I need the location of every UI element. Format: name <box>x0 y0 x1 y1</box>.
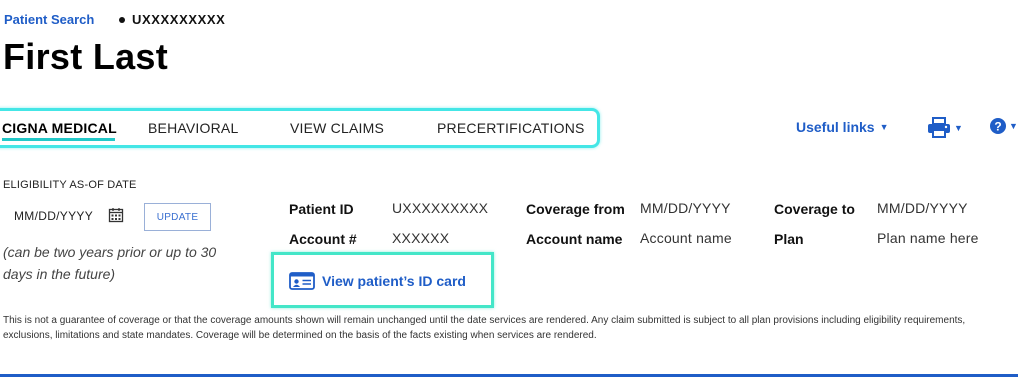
caret-down-icon: ▼ <box>1009 121 1018 131</box>
update-button[interactable]: UPDATE <box>144 203 211 231</box>
coverage-to-value: MM/DD/YYYY <box>877 200 968 216</box>
account-number-label: Account # <box>289 231 357 247</box>
plan-value: Plan name here <box>877 230 979 246</box>
print-button[interactable]: ▼ <box>927 117 963 138</box>
breadcrumb-separator-dot <box>119 17 125 23</box>
tab-behavioral[interactable]: BEHAVIORAL <box>148 120 238 136</box>
eligibility-date-input[interactable]: MM/DD/YYYY <box>14 209 93 223</box>
breadcrumb-patient-id: UXXXXXXXXX <box>132 12 226 27</box>
eligibility-as-of-date-label: ELIGIBILITY AS-OF DATE <box>3 179 137 191</box>
date-range-hint: (can be two years prior or up to 30 days… <box>3 244 217 282</box>
coverage-from-label: Coverage from <box>526 201 625 217</box>
svg-text:?: ? <box>994 120 1001 134</box>
view-id-card-link[interactable]: View patient’s ID card <box>289 272 466 290</box>
caret-down-icon: ▼ <box>954 122 963 133</box>
coverage-disclaimer: This is not a guarantee of coverage or t… <box>3 315 966 341</box>
account-name-label: Account name <box>526 231 623 247</box>
coverage-to-label: Coverage to <box>774 201 855 217</box>
caret-down-icon: ▼ <box>879 122 889 132</box>
breadcrumb-patient-search-link[interactable]: Patient Search <box>4 12 94 27</box>
id-card-icon <box>289 272 315 290</box>
coverage-from-value: MM/DD/YYYY <box>640 200 731 216</box>
plan-label: Plan <box>774 231 804 247</box>
useful-links-label: Useful links <box>796 119 875 135</box>
page-title: First Last <box>3 36 169 77</box>
patient-id-value: UXXXXXXXXX <box>392 200 489 216</box>
account-name-value: Account name <box>640 230 732 246</box>
active-tab-underline <box>2 138 115 141</box>
account-number-value: XXXXXX <box>392 230 450 246</box>
tab-precertifications[interactable]: PRECERTIFICATIONS <box>437 120 585 136</box>
help-icon: ? <box>990 118 1006 134</box>
calendar-icon-graphic <box>108 208 124 223</box>
tab-cigna-medical[interactable]: CIGNA MEDICAL <box>2 120 117 136</box>
useful-links-dropdown[interactable]: Useful links ▼ <box>796 119 889 135</box>
printer-icon <box>928 117 950 138</box>
calendar-icon[interactable] <box>108 207 124 228</box>
help-button[interactable]: ? ▼ <box>989 117 1018 135</box>
view-id-card-label: View patient’s ID card <box>322 273 466 289</box>
bottom-divider <box>0 374 1018 377</box>
patient-id-label: Patient ID <box>289 201 354 217</box>
tab-view-claims[interactable]: VIEW CLAIMS <box>290 120 384 136</box>
